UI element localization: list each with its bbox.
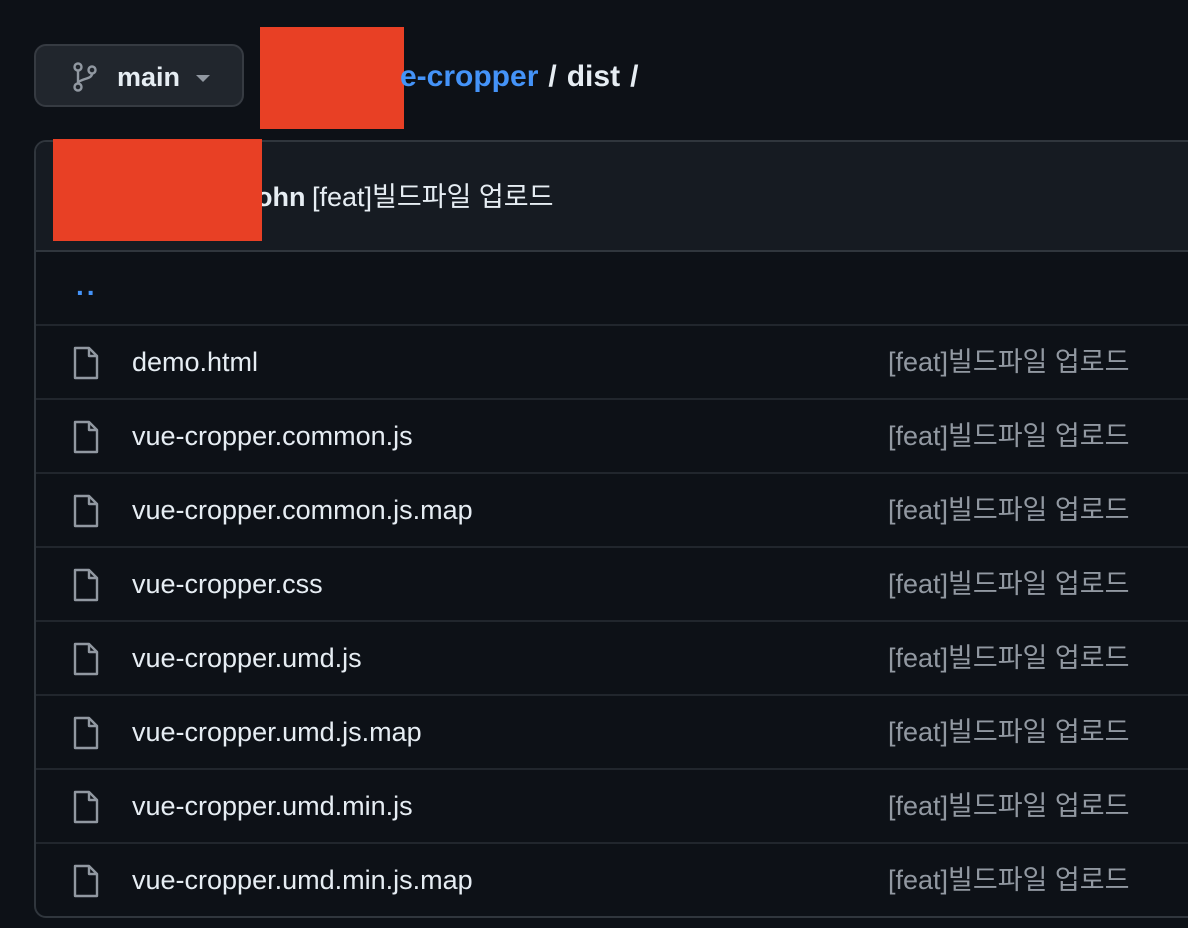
file-name-link[interactable]: demo.html [132, 344, 258, 380]
commit-message-link[interactable]: [feat]빌드파일 업로드 [312, 180, 553, 214]
file-icon [73, 642, 99, 676]
file-row[interactable]: vue-cropper.umd.js.map [feat]빌드파일 업로드 [36, 696, 1188, 770]
file-rows: demo.html [feat]빌드파일 업로드 vue-cropper.commo… [36, 326, 1188, 916]
redaction-block-repo [260, 27, 404, 129]
breadcrumb-repo-link[interactable]: e-cropper [400, 58, 538, 96]
git-branch-icon [73, 62, 97, 92]
file-commit-message-link[interactable]: [feat]빌드파일 업로드 [888, 714, 1129, 750]
file-row[interactable]: vue-cropper.umd.min.js [feat]빌드파일 업로드 [36, 770, 1188, 844]
file-icon [73, 864, 99, 898]
file-row[interactable]: vue-cropper.common.js.map [feat]빌드파일 업로드 [36, 474, 1188, 548]
file-name-link[interactable]: vue-cropper.common.js.map [132, 492, 473, 528]
repo-file-browser: main e-cropper / dist / ohn [feat]빌드파일 업… [0, 0, 1188, 928]
commit-author-link[interactable]: ohn [256, 180, 305, 214]
branch-selector-button[interactable]: main [34, 44, 244, 107]
file-row[interactable]: demo.html [feat]빌드파일 업로드 [36, 326, 1188, 400]
file-name-link[interactable]: vue-cropper.umd.js.map [132, 714, 422, 750]
file-name-link[interactable]: vue-cropper.umd.min.js [132, 788, 413, 824]
file-name-link[interactable]: vue-cropper.common.js [132, 418, 413, 454]
file-row[interactable]: vue-cropper.css [feat]빌드파일 업로드 [36, 548, 1188, 622]
file-icon [73, 790, 99, 824]
file-commit-message-link[interactable]: [feat]빌드파일 업로드 [888, 418, 1129, 454]
breadcrumb-separator: / [630, 60, 639, 93]
file-icon [73, 420, 99, 454]
parent-directory-row[interactable]: .. [36, 252, 1188, 326]
parent-directory-link[interactable]: .. [76, 270, 98, 302]
branch-name: main [117, 62, 181, 92]
breadcrumb-current-folder: dist [566, 60, 621, 93]
redaction-block-author [53, 139, 262, 241]
file-commit-message-link[interactable]: [feat]빌드파일 업로드 [888, 640, 1129, 676]
file-icon [73, 346, 99, 380]
file-row[interactable]: vue-cropper.umd.js [feat]빌드파일 업로드 [36, 622, 1188, 696]
file-icon [73, 568, 99, 602]
file-commit-message-link[interactable]: [feat]빌드파일 업로드 [888, 344, 1129, 380]
breadcrumb-separator: / [548, 60, 557, 93]
file-icon [73, 716, 99, 750]
file-commit-message-link[interactable]: [feat]빌드파일 업로드 [888, 566, 1129, 602]
file-commit-message-link[interactable]: [feat]빌드파일 업로드 [888, 788, 1129, 824]
file-name-link[interactable]: vue-cropper.umd.js [132, 640, 362, 676]
breadcrumb: e-cropper / dist / [400, 58, 648, 96]
file-commit-message-link[interactable]: [feat]빌드파일 업로드 [888, 492, 1129, 528]
file-commit-message-link[interactable]: [feat]빌드파일 업로드 [888, 862, 1129, 898]
file-name-link[interactable]: vue-cropper.umd.min.js.map [132, 862, 473, 898]
file-list-box: ohn [feat]빌드파일 업로드 .. demo.html [feat]빌드파… [34, 140, 1188, 918]
file-name-link[interactable]: vue-cropper.css [132, 566, 323, 602]
file-row[interactable]: vue-cropper.common.js [feat]빌드파일 업로드 [36, 400, 1188, 474]
caret-down-icon [196, 75, 210, 82]
file-row[interactable]: vue-cropper.umd.min.js.map [feat]빌드파일 업로드 [36, 844, 1188, 916]
file-icon [73, 494, 99, 528]
